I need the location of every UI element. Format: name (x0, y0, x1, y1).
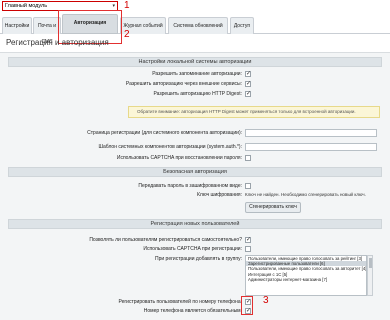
chevron-down-icon: ▾ (112, 3, 115, 9)
tab-update-system[interactable]: Система обновлений (168, 17, 228, 34)
section-header-secure-auth: Безопасная авторизация (8, 167, 382, 177)
tab-access[interactable]: Доступ (230, 17, 254, 34)
section-header-new-users: Регистрация новых пользователей (8, 219, 382, 229)
tab-settings[interactable]: Настройки (2, 17, 32, 34)
auth-template-input[interactable] (245, 143, 377, 151)
captcha-register-label: Использовать CAPTCHA при регистрации: (143, 246, 242, 252)
page-title: Регистрация и авторизация (6, 38, 109, 47)
external-auth-checkbox[interactable] (245, 80, 251, 87)
phone-register-label: Регистрировать пользователей по номеру т… (118, 299, 242, 305)
encryption-key-label: Ключ шифрования: (197, 192, 242, 198)
http-digest-checkbox[interactable] (245, 90, 251, 97)
external-auth-label: Разрешить авторизацию через внешние серв… (125, 81, 242, 87)
register-group-listbox[interactable]: Пользователи, имеющие право голосовать з… (245, 255, 367, 296)
list-item[interactable]: Пользователи, имеющие право голосовать з… (246, 266, 366, 271)
register-page-label: Страница регистрации (для системного ком… (87, 130, 242, 136)
annotation-3: 3 (263, 295, 269, 306)
phone-required-label: Номер телефона является обязательным: (143, 308, 242, 314)
tab-mail-sms[interactable]: Почта и СМС (33, 17, 61, 45)
captcha-restore-label: Использовать CAPTCHA при восстановлении … (116, 155, 242, 161)
captcha-restore-checkbox[interactable] (245, 155, 251, 161)
register-page-input[interactable] (245, 129, 377, 137)
http-digest-label: Разрешить авторизацию HTTP Digest: (153, 91, 242, 97)
generate-key-button[interactable]: Сгенерировать ключ (245, 202, 301, 213)
http-digest-note: Обратите внимание: авторизация HTTP Dige… (128, 106, 380, 118)
self-register-label: Позволять ли пользователям регистрироват… (89, 237, 242, 243)
checkbox-highlight-box (241, 296, 253, 315)
auth-template-label: Шаблон системных компонентов авторизации… (98, 144, 242, 150)
captcha-register-checkbox[interactable] (245, 246, 251, 252)
annotation-1: 1 (124, 0, 130, 11)
section-header-local-auth: Настройки локальной системы авторизации (8, 57, 382, 67)
remember-auth-label: Разрешить запоминание авторизации: (152, 71, 242, 77)
register-group-label: При регистрации добавлять в группу: (154, 256, 242, 262)
encrypt-password-label: Передавать пароль в зашифрованном виде: (138, 183, 242, 189)
remember-auth-checkbox[interactable] (245, 70, 251, 77)
listbox-scrollbar[interactable] (367, 255, 373, 296)
self-register-checkbox[interactable] (245, 236, 251, 243)
list-item[interactable]: Администраторы интернет-магазина [7] (246, 277, 366, 282)
encrypt-password-checkbox[interactable] (245, 183, 251, 189)
scrollbar-thumb[interactable] (369, 258, 372, 268)
encryption-key-status: Ключ не найден. Необходимо сгенерировать… (245, 192, 366, 197)
module-select-value: Главный модуль (5, 3, 48, 9)
annotation-2: 2 (124, 29, 130, 40)
